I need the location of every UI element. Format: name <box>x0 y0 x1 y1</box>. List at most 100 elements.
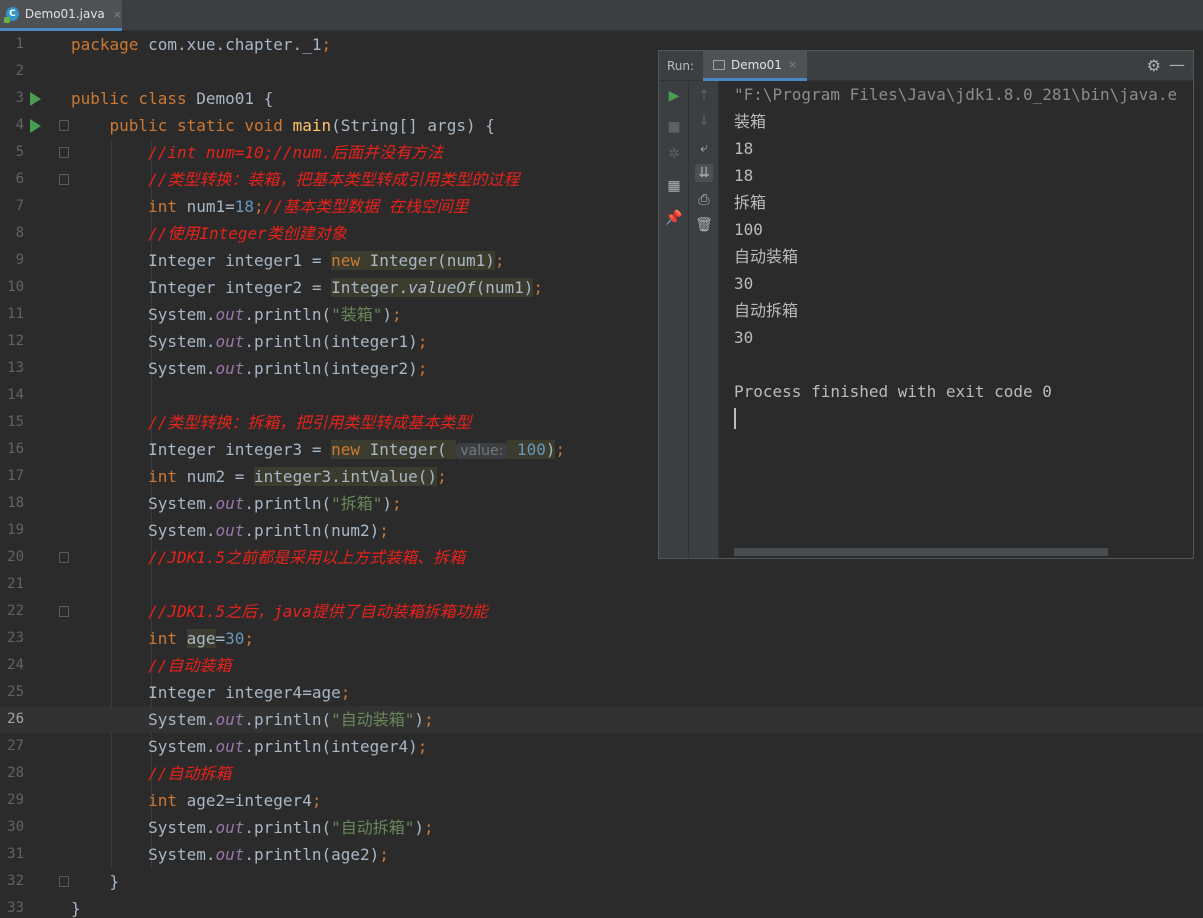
code-token: .println( <box>244 305 332 324</box>
tab-close-icon[interactable]: × <box>113 8 122 21</box>
code-text: //JDK1.5之前都是采用以上方式装箱、拆箱 <box>71 544 465 571</box>
code-text: Integer integer1 = new Integer(num1); <box>71 247 505 274</box>
code-line[interactable]: 32 } <box>0 868 1203 895</box>
code-token: out <box>215 818 245 837</box>
console-output[interactable]: "F:\Program Files\Java\jdk1.8.0_281\bin\… <box>720 81 1193 548</box>
line-number: 33 <box>7 900 24 916</box>
console-line: 自动拆箱 <box>734 301 799 320</box>
run-gutter-icon[interactable] <box>30 119 41 133</box>
code-line[interactable]: 24 //自动装箱 <box>0 652 1203 679</box>
code-token: main <box>292 116 332 135</box>
run-tab-close-icon[interactable]: × <box>788 58 797 71</box>
fold-marker-icon[interactable] <box>59 876 69 887</box>
code-token: new <box>331 251 370 270</box>
clear-icon[interactable]: 🗑 <box>695 216 713 234</box>
code-text: //JDK1.5之后，java提供了自动装箱拆箱功能 <box>71 598 488 625</box>
code-line[interactable]: 30 System.out.println("自动拆箱"); <box>0 814 1203 841</box>
code-token: out <box>215 710 245 729</box>
console-line: 拆箱 <box>734 193 767 212</box>
code-line[interactable]: 22 //JDK1.5之后，java提供了自动装箱拆箱功能 <box>0 598 1203 625</box>
code-token: value: <box>456 443 508 459</box>
console-icon <box>713 59 725 70</box>
fold-marker-icon[interactable] <box>59 552 69 563</box>
console-line: Process finished with exit code 0 <box>734 382 1052 401</box>
code-text: int age=30; <box>71 625 254 652</box>
scroll-down-icon[interactable]: ↓ <box>695 112 713 130</box>
code-token: .println(age2) <box>244 845 380 864</box>
code-token: ; <box>417 359 428 378</box>
code-token: System. <box>71 494 216 513</box>
code-token: System. <box>71 845 216 864</box>
code-token: age <box>186 629 216 648</box>
code-token: .println( <box>244 710 332 729</box>
code-token: int <box>148 629 187 648</box>
line-number: 28 <box>7 765 24 781</box>
line-number: 15 <box>7 414 24 430</box>
rerun-icon[interactable]: ▶ <box>665 87 683 105</box>
tab-demo01-java[interactable]: C Demo01.java × <box>0 0 122 31</box>
line-number: 8 <box>15 225 24 241</box>
code-line[interactable]: 25 Integer integer4=age; <box>0 679 1203 706</box>
run-gutter-icon[interactable] <box>30 92 41 106</box>
fold-marker-icon[interactable] <box>59 120 69 131</box>
code-token: System. <box>71 710 216 729</box>
code-line[interactable]: 33} <box>0 895 1203 918</box>
code-text: } <box>71 868 120 895</box>
code-token: System. <box>71 359 216 378</box>
code-text: //int num=10;//num.后面并没有方法 <box>71 139 443 166</box>
code-line[interactable]: 23 int age=30; <box>0 625 1203 652</box>
line-number: 12 <box>7 333 24 349</box>
minimize-icon[interactable]: — <box>1169 55 1185 74</box>
console-line: 18 <box>734 166 754 185</box>
pin-icon[interactable]: 📌 <box>665 209 683 227</box>
code-line[interactable]: 31 System.out.println(age2); <box>0 841 1203 868</box>
layout-icon[interactable]: ▦ <box>665 177 683 195</box>
code-token: Integer(num1) <box>369 251 495 270</box>
code-token: .println(integer1) <box>244 332 418 351</box>
code-token: ; <box>254 197 264 216</box>
code-text: System.out.println(integer4); <box>71 733 427 760</box>
code-text: System.out.println("拆箱"); <box>71 490 402 517</box>
line-number: 26 <box>7 711 24 727</box>
gear-icon[interactable]: ⚙ <box>1147 56 1161 75</box>
line-number: 11 <box>7 306 24 322</box>
code-text: System.out.println(num2); <box>71 517 389 544</box>
horizontal-scrollbar[interactable] <box>734 548 1108 556</box>
code-text: int age2=integer4; <box>71 787 321 814</box>
code-token: //类型转换：装箱，把基本类型转成引用类型的过程 <box>148 170 520 189</box>
code-token: ; <box>417 332 428 351</box>
code-token: int <box>148 791 187 810</box>
code-token: com.xue.chapter._1 <box>148 35 322 54</box>
debug-settings-icon[interactable]: ✲ <box>665 145 683 163</box>
code-line[interactable]: 21 <box>0 571 1203 598</box>
scroll-to-end-icon[interactable]: ⇊ <box>695 164 713 182</box>
fold-marker-icon[interactable] <box>59 147 69 158</box>
scroll-up-icon[interactable]: ↑ <box>695 87 713 105</box>
code-token: 30 <box>225 629 245 648</box>
fold-marker-icon[interactable] <box>59 174 69 185</box>
code-text: //自动拆箱 <box>71 760 231 787</box>
java-class-icon: C <box>4 7 19 23</box>
print-icon[interactable]: ⎙ <box>695 191 713 209</box>
code-token: Integer integer2 = <box>71 278 332 297</box>
code-token: .println(integer2) <box>244 359 418 378</box>
stop-icon[interactable]: ■ <box>665 118 683 136</box>
code-line[interactable]: 26 System.out.println("自动装箱"); <box>0 706 1203 733</box>
fold-marker-icon[interactable] <box>59 606 69 617</box>
run-tab-demo01[interactable]: Demo01 × <box>703 51 807 81</box>
code-token: } <box>71 899 81 918</box>
code-line[interactable]: 28 //自动拆箱 <box>0 760 1203 787</box>
code-text: System.out.println(integer2); <box>71 355 427 382</box>
code-line[interactable]: 27 System.out.println(integer4); <box>0 733 1203 760</box>
soft-wrap-icon[interactable]: ⤶ <box>695 139 713 157</box>
code-token: System. <box>71 332 216 351</box>
code-line[interactable]: 29 int age2=integer4; <box>0 787 1203 814</box>
code-token: Integer integer3 = <box>71 440 332 459</box>
line-number: 21 <box>7 576 24 592</box>
code-token: .println( <box>244 494 332 513</box>
code-token: //JDK1.5之前都是采用以上方式装箱、拆箱 <box>148 548 466 567</box>
code-text: System.out.println("自动装箱"); <box>71 706 434 733</box>
